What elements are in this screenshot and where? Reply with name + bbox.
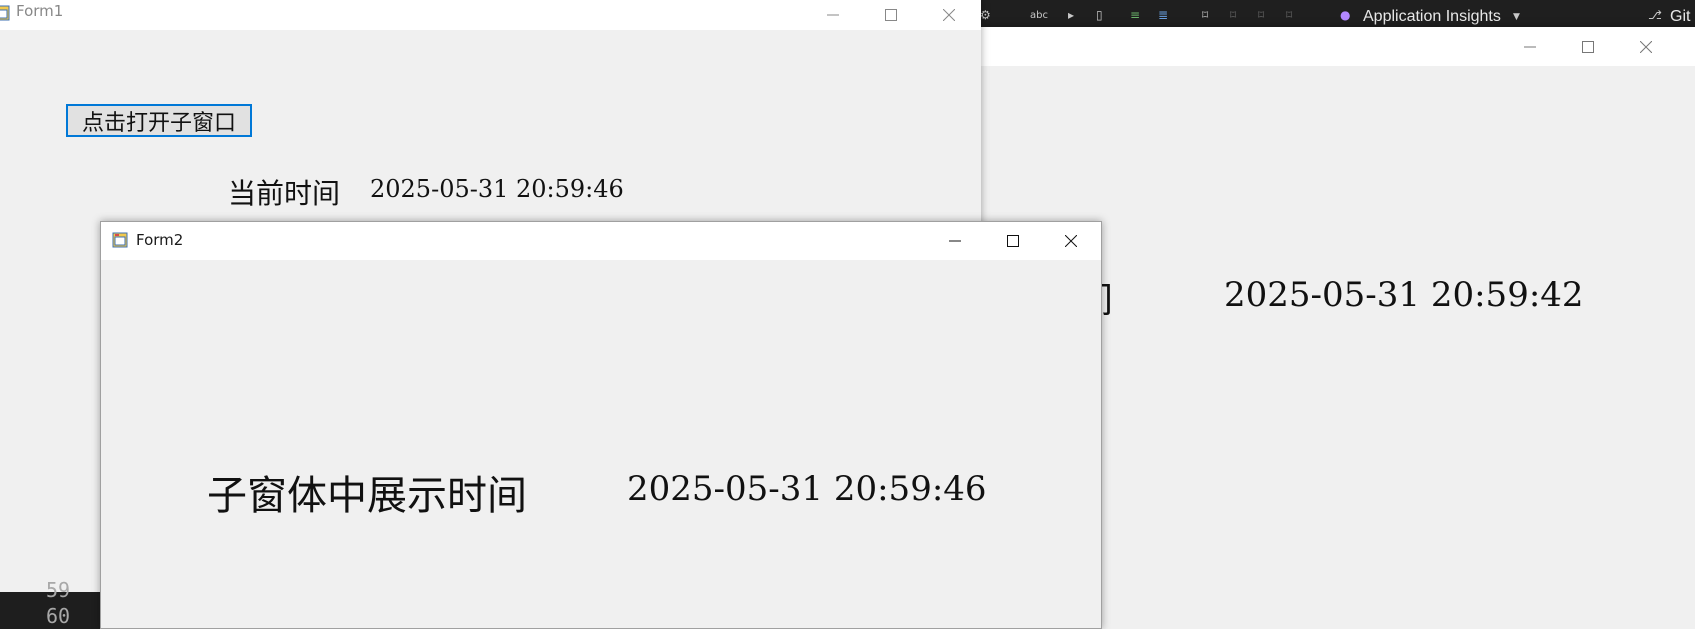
close-button[interactable] [1617,27,1675,66]
form1-titlebar: Form1 [0,0,981,30]
background-form-titlebar [981,27,1695,66]
close-button[interactable] [920,0,978,30]
current-time-value: 2025-05-31 20:59:46 [370,175,624,203]
maximize-icon [1007,235,1019,247]
uncomment-icon[interactable]: ≣ [1158,8,1174,24]
child-time-value: 2025-05-31 20:59:46 [627,469,987,509]
close-icon [1065,235,1077,247]
close-icon [943,9,955,21]
minimize-icon [1524,46,1536,47]
form2-titlebar: Form2 [101,222,1101,260]
maximize-icon [1582,40,1594,53]
close-button[interactable] [1042,222,1100,260]
pointer-icon[interactable]: ▸ [1068,8,1084,24]
background-time-value: 2025-05-31 20:59:42 [1224,275,1584,315]
form2-title: Form2 [136,231,184,249]
maximize-button[interactable] [984,222,1042,260]
minimize-button[interactable] [804,0,862,30]
maximize-button[interactable] [1559,27,1617,66]
columns-icon[interactable]: ▯ [1096,8,1112,24]
format-icon[interactable]: ⚙ [980,8,996,24]
line-number: 59 [46,578,71,602]
minimize-button[interactable] [926,222,984,260]
prev-bookmark-icon[interactable]: ⌑ [1230,8,1246,24]
chevron-down-icon[interactable]: ▼ [1513,12,1529,28]
git-icon[interactable]: ⎇ [1648,8,1664,24]
maximize-icon [885,9,897,21]
open-child-window-button[interactable]: 点击打开子窗口 [66,104,252,137]
maximize-button[interactable] [862,0,920,30]
minimize-icon [949,240,961,242]
minimize-button[interactable] [1501,27,1559,66]
clear-bookmarks-icon[interactable]: ⌑ [1286,8,1302,24]
next-bookmark-icon[interactable]: ⌑ [1258,8,1274,24]
child-time-label: 子窗体中展示时间 [207,473,527,519]
application-insights-label[interactable]: Application Insights [1363,8,1501,26]
lightbulb-icon[interactable]: ● [1340,8,1356,24]
form1-title: Form1 [16,2,64,20]
current-time-label: 当前时间 [228,177,341,210]
spellcheck-icon[interactable]: abc [1030,10,1048,26]
close-icon [1640,40,1652,53]
form-app-icon [112,232,128,248]
bookmark-icon[interactable]: ⌑ [1202,8,1218,24]
form2-window: Form2 子窗体中展示时间 2025-05-31 20:59:46 [100,221,1102,629]
minimize-icon [827,14,839,16]
form-app-icon [0,5,10,21]
line-number: 60 [46,604,71,628]
editor-gutter: 59 60 [0,578,110,629]
comment-icon[interactable]: ≡ [1130,8,1146,24]
git-label[interactable]: Git [1670,8,1690,26]
